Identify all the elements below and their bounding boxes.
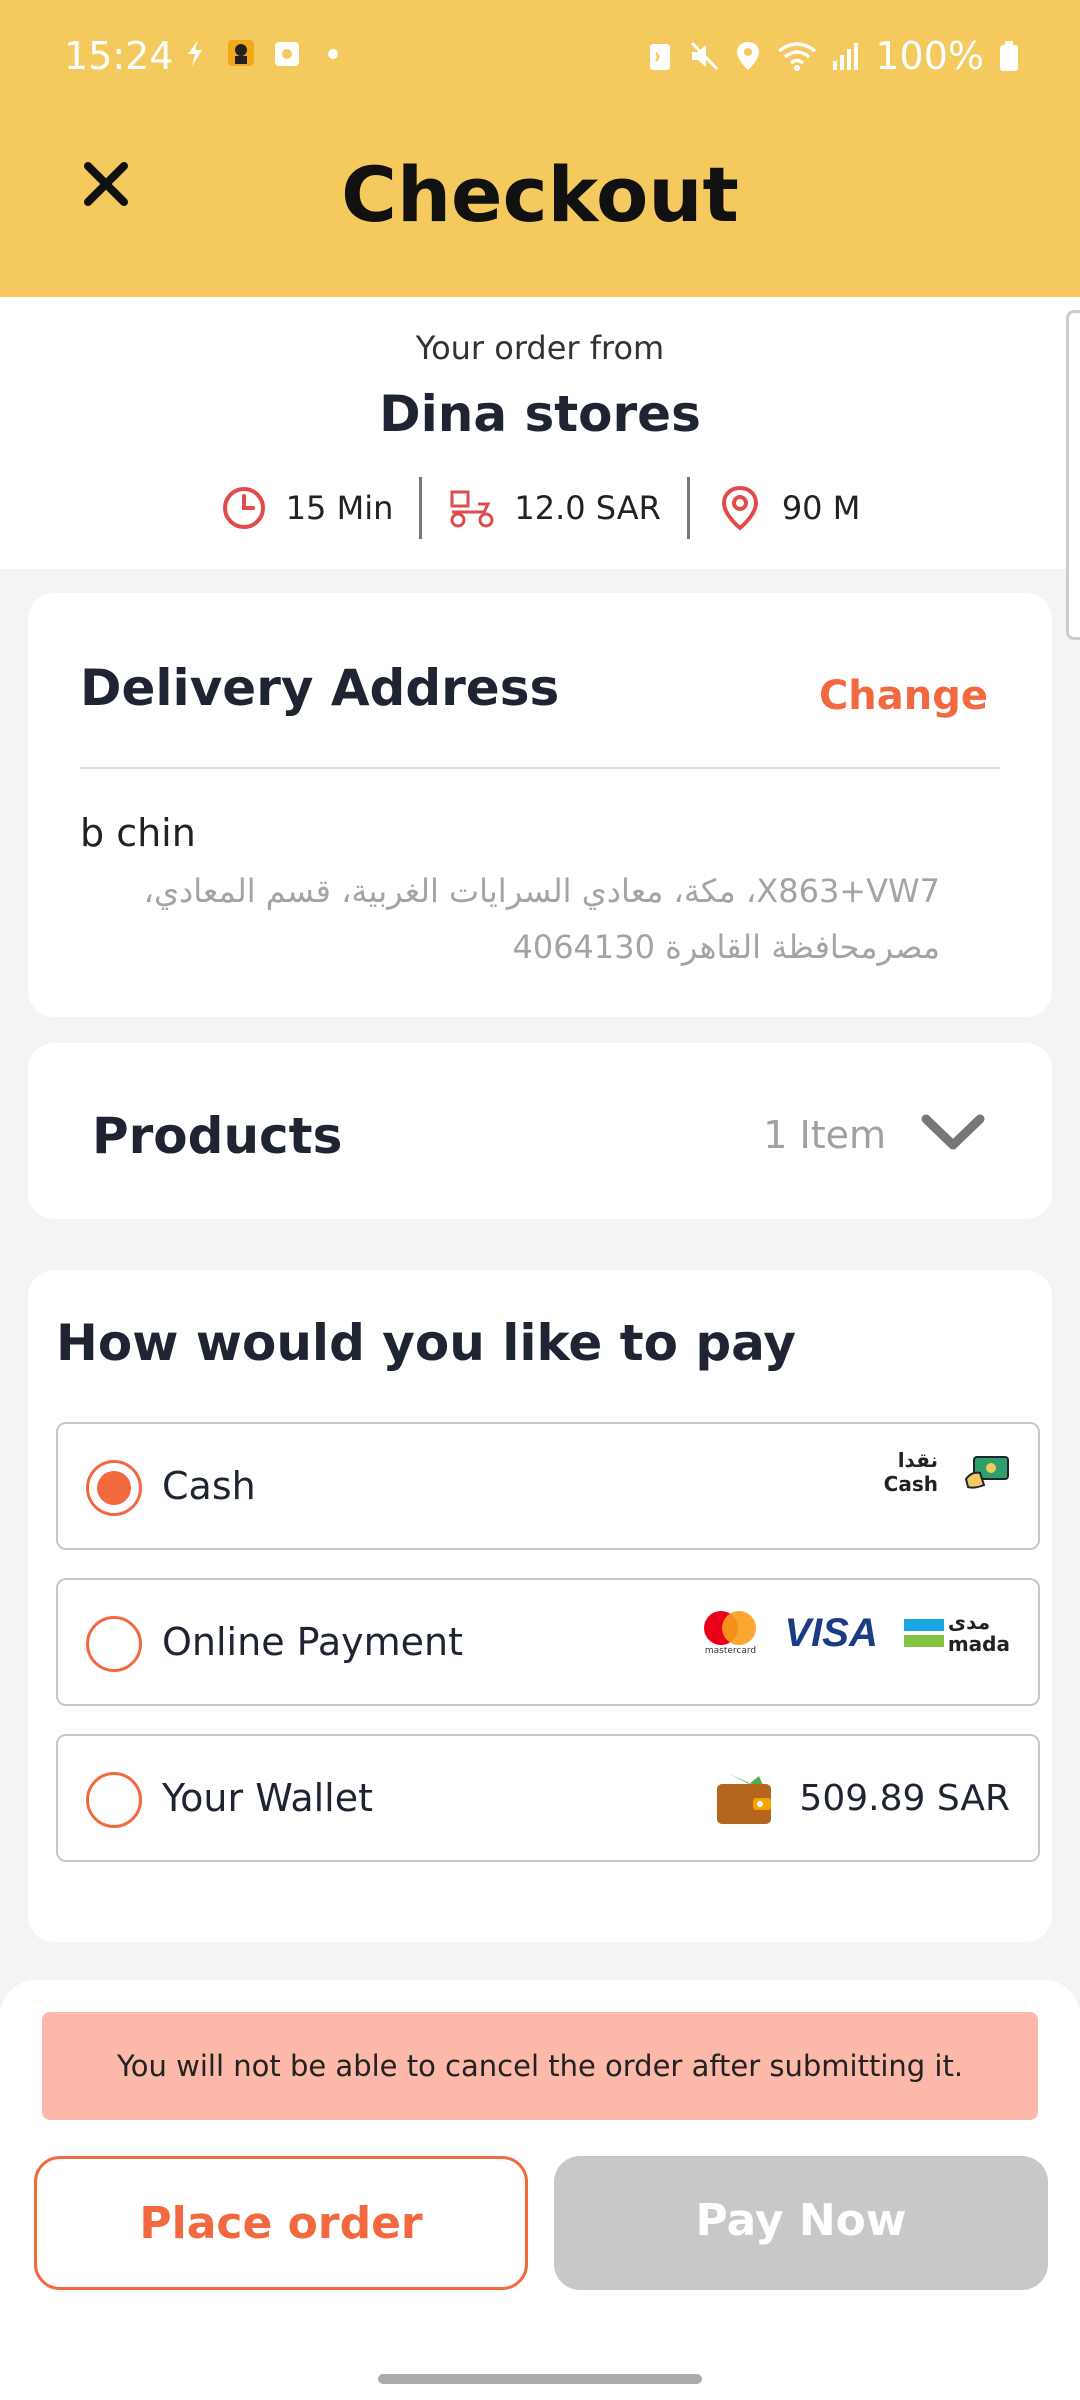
address-text: X863+VW7، مكة، معادي السرايات الغربية، ق… (143, 872, 940, 966)
payment-title: How would you like to pay (56, 1314, 796, 1372)
payment-card: How would you like to pay Cash نقدا Cash… (28, 1270, 1052, 1942)
status-time: 15:24 (64, 34, 174, 78)
payment-option-cash[interactable]: Cash نقدا Cash (56, 1422, 1040, 1550)
cancel-warning: You will not be able to cancel the order… (42, 2012, 1038, 2120)
delivery-fee: 12.0 SAR (422, 484, 686, 532)
battery-percent: 100% (875, 34, 984, 78)
mastercard-logo: mastercard (702, 1610, 758, 1656)
delivery-scooter-icon (450, 490, 494, 528)
wifi-icon (778, 42, 817, 71)
pay-now-button[interactable]: Pay Now (554, 2156, 1048, 2290)
wallet-balance: 509.89 SAR (715, 1770, 1010, 1826)
nfc-icon (650, 44, 671, 70)
mada-text-ar: مدى (947, 1610, 991, 1634)
wallet-radio[interactable] (86, 1772, 142, 1828)
signal-icon (833, 43, 859, 70)
change-address-button[interactable]: Change (819, 673, 988, 719)
mastercard-icon (704, 1611, 757, 1645)
home-indicator[interactable] (378, 2374, 702, 2384)
cash-radio[interactable] (86, 1460, 142, 1516)
mute-icon (691, 41, 719, 71)
payment-option-online[interactable]: Online Payment mastercard VISA مدى mada (56, 1578, 1040, 1706)
mada-text-en: mada (947, 1632, 1010, 1656)
store-distance: 90 M (690, 484, 887, 532)
location-pin-icon (721, 485, 758, 531)
store-name: Dina stores (379, 385, 701, 443)
scroll-handle[interactable] (1066, 310, 1080, 640)
mada-stripes-icon (903, 1619, 944, 1647)
products-title: Products (92, 1107, 343, 1165)
data-transfer-icon (188, 40, 202, 66)
chevron-down-icon[interactable] (920, 1113, 986, 1153)
card-logos: mastercard VISA مدى mada (702, 1610, 1010, 1656)
checkout-footer: You will not be able to cancel the order… (0, 1980, 1080, 2400)
payment-option-wallet[interactable]: Your Wallet 509.89 SAR (56, 1734, 1040, 1862)
online-payment-radio[interactable] (86, 1616, 142, 1672)
place-order-button[interactable]: Place order (34, 2156, 528, 2290)
delivery-address-title: Delivery Address (80, 659, 560, 717)
clock-icon (222, 487, 265, 529)
more-dot-icon (328, 49, 338, 59)
cash-badge: نقدا Cash (884, 1448, 1010, 1496)
products-count: 1 Item (763, 1113, 886, 1157)
address-recipient-name: b chin (80, 811, 196, 855)
mastercard-text: mastercard (704, 1646, 757, 1656)
order-from-label: Your order from (415, 329, 665, 367)
cash-badge-ar: نقدا (897, 1448, 938, 1472)
page-title: Checkout (341, 150, 739, 239)
status-system-icons: 100% (645, 34, 1020, 78)
cash-badge-en: Cash (883, 1472, 938, 1496)
products-card[interactable]: Products 1 Item (28, 1043, 1052, 1219)
wallet-amount: 509.89 SAR (799, 1777, 1010, 1819)
app-header: 15:24 100% Checkout (0, 0, 1080, 297)
delivery-time: 15 Min (194, 484, 420, 532)
delivery-time-value: 15 Min (285, 489, 394, 527)
payment-option-label: Your Wallet (162, 1776, 374, 1820)
store-meta-row: 15 Min 12.0 SAR 90 M (0, 477, 1080, 539)
store-distance-value: 90 M (781, 489, 861, 527)
mada-logo: مدى mada (903, 1610, 1010, 1656)
payment-option-label: Online Payment (162, 1620, 464, 1664)
calendar-notification-icon (275, 42, 299, 66)
location-icon (737, 42, 760, 70)
wallet-icon (717, 1774, 772, 1824)
status-bar: 15:24 100% (0, 0, 1080, 110)
delivery-fee-value: 12.0 SAR (514, 489, 661, 527)
divider (80, 767, 1000, 769)
status-notification-icons (180, 36, 348, 70)
payment-option-label: Cash (162, 1464, 256, 1508)
store-summary: Your order from Dina stores 15 Min 12.0 … (0, 297, 1080, 569)
app-notification-icon (228, 40, 254, 66)
visa-logo: VISA (784, 1610, 878, 1655)
delivery-address-card: Delivery Address Change b chin X863+VW7،… (28, 593, 1052, 1017)
battery-icon (1000, 41, 1018, 71)
cash-money-icon (964, 1456, 1009, 1489)
